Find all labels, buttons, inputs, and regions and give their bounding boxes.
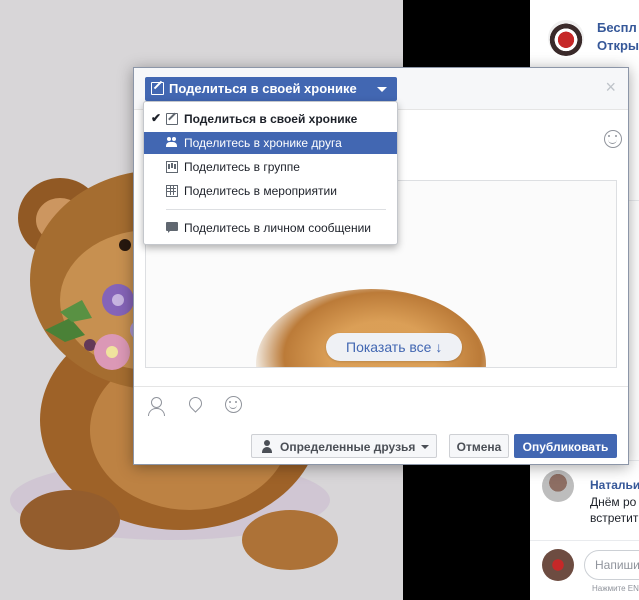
person-icon	[262, 440, 272, 453]
location-icon[interactable]	[185, 396, 205, 416]
cancel-button[interactable]: Отмена	[449, 434, 509, 458]
menu-item-label: Поделитесь в хронике друга	[184, 136, 342, 150]
menu-item-private-message[interactable]: Поделитесь в личном сообщении	[144, 217, 397, 239]
audience-selector[interactable]: Определенные друзья	[251, 434, 437, 458]
close-icon[interactable]: ×	[605, 78, 616, 96]
menu-item-event[interactable]: Поделитесь в мероприятии	[144, 180, 397, 202]
pen-icon	[151, 82, 164, 95]
show-all-button[interactable]: Показать все ↓	[326, 333, 463, 361]
comment-text: Днём ро встретит	[590, 494, 639, 526]
menu-item-label: Поделиться в своей хронике	[184, 112, 358, 126]
menu-item-label: Поделитесь в мероприятии	[184, 184, 337, 198]
message-icon	[166, 222, 178, 233]
dialog-divider	[134, 386, 628, 387]
publish-button[interactable]: Опубликовать	[514, 434, 617, 458]
page-name-link[interactable]: Беспл	[597, 18, 637, 38]
calendar-icon	[166, 185, 178, 197]
menu-divider	[166, 209, 386, 210]
menu-item-group[interactable]: Поделитесь в группе	[144, 156, 397, 178]
pen-icon	[166, 113, 178, 125]
emoji-icon[interactable]	[225, 396, 242, 413]
reply-input[interactable]: Напиши	[584, 550, 639, 580]
current-user-avatar	[542, 549, 574, 581]
check-icon: ✔	[151, 111, 162, 125]
commenter-avatar[interactable]	[542, 470, 574, 502]
comment-text-line: Днём ро	[590, 495, 637, 509]
page-name-line2[interactable]: Открыт	[597, 38, 639, 53]
commenter-name[interactable]: Натальи	[590, 478, 639, 492]
share-target-dropdown[interactable]: Поделиться в своей хронике	[145, 77, 397, 101]
emoji-icon[interactable]	[604, 130, 622, 148]
friends-icon	[166, 137, 178, 149]
share-target-menu: ✔ Поделиться в своей хронике Поделитесь …	[143, 101, 398, 245]
menu-item-friend-timeline[interactable]: Поделитесь в хронике друга	[144, 132, 397, 154]
reply-hint: Нажмите ENT	[592, 584, 639, 593]
audience-label: Определенные друзья	[280, 440, 416, 454]
tag-friends-icon[interactable]	[145, 396, 165, 416]
comment-text-line: встретит	[590, 511, 639, 525]
chevron-down-icon	[377, 87, 387, 92]
menu-item-label: Поделитесь в группе	[184, 160, 300, 174]
group-icon	[166, 161, 178, 173]
sidebar-divider	[530, 540, 639, 541]
menu-item-own-timeline[interactable]: ✔ Поделиться в своей хронике	[144, 108, 397, 130]
chevron-down-icon	[421, 445, 429, 449]
page-avatar[interactable]	[548, 20, 584, 56]
menu-item-label: Поделитесь в личном сообщении	[184, 221, 371, 235]
share-target-label: Поделиться в своей хронике	[169, 81, 357, 96]
